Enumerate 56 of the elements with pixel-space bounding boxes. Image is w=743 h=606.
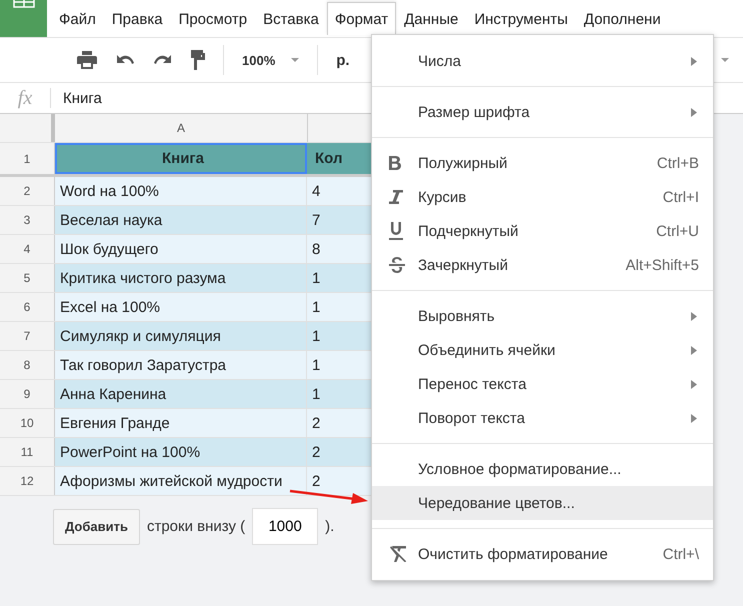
table-cell: Афоризмы житейской мудрости bbox=[55, 467, 307, 495]
menu-item[interactable]: Инструменты bbox=[466, 2, 576, 35]
row-number[interactable]: 11 bbox=[0, 438, 55, 466]
zoom-dropdown[interactable]: 100% bbox=[242, 52, 300, 68]
menu-item[interactable]: Формат bbox=[326, 2, 396, 35]
table-cell: Анна Каренина bbox=[55, 380, 307, 408]
row-number[interactable]: 12 bbox=[0, 467, 55, 495]
clear-formatting-icon bbox=[389, 546, 407, 562]
row-number[interactable]: 9 bbox=[0, 380, 55, 408]
caret-icon[interactable] bbox=[721, 58, 729, 62]
table-cell: Шок будущего bbox=[55, 235, 307, 263]
caret-icon bbox=[291, 58, 300, 62]
row-number[interactable]: 1 bbox=[0, 143, 55, 174]
table-cell: Критика чистого разума bbox=[55, 264, 307, 292]
fx-label: fx bbox=[16, 86, 34, 110]
menu-item[interactable]: Дополнени bbox=[576, 2, 669, 35]
redo-icon[interactable] bbox=[153, 54, 173, 66]
row-number[interactable]: 3 bbox=[0, 206, 55, 234]
menu-item[interactable]: Очистить форматирование Ctrl+\ bbox=[372, 537, 713, 571]
row-number[interactable]: 6 bbox=[0, 293, 55, 321]
table-cell: Word на 100% bbox=[55, 177, 307, 205]
strikethrough-icon bbox=[389, 257, 405, 273]
print-icon[interactable] bbox=[77, 51, 97, 69]
row-number[interactable]: 5 bbox=[0, 264, 55, 292]
sheets-logo-icon[interactable] bbox=[0, 0, 47, 37]
menu-item[interactable]: Просмотр bbox=[170, 2, 256, 35]
row-number[interactable]: 7 bbox=[0, 322, 55, 350]
menu-item[interactable]: Вставка bbox=[255, 2, 327, 35]
bold-icon bbox=[389, 156, 401, 170]
undo-icon[interactable] bbox=[115, 54, 135, 66]
add-rows-label: ). bbox=[325, 518, 334, 535]
menu-item[interactable]: Чередование цветов... bbox=[372, 486, 713, 520]
row-number[interactable]: 2 bbox=[0, 177, 55, 205]
italic-icon bbox=[389, 190, 403, 204]
table-cell: PowerPoint на 100% bbox=[55, 438, 307, 466]
menu-item[interactable]: Размер шрифта bbox=[372, 95, 713, 129]
add-button[interactable]: Добавить bbox=[53, 508, 140, 544]
table-cell: Excel на 100% bbox=[55, 293, 307, 321]
paint-format-icon[interactable] bbox=[191, 50, 205, 70]
row-number[interactable]: 8 bbox=[0, 351, 55, 379]
menu-item[interactable]: Данные bbox=[396, 2, 466, 35]
header-cell: Книга bbox=[55, 143, 307, 174]
menu-item[interactable]: Файл bbox=[51, 2, 104, 35]
table-cell: Евгения Гранде bbox=[55, 409, 307, 437]
row-number[interactable]: 4 bbox=[0, 235, 55, 263]
row-number[interactable]: 10 bbox=[0, 409, 55, 437]
underline-icon bbox=[389, 222, 403, 240]
table-cell: Так говорил Заратустра bbox=[55, 351, 307, 379]
menu-item[interactable]: Числа bbox=[372, 44, 713, 78]
row-count-input[interactable]: 1000 bbox=[252, 508, 318, 545]
table-cell: Симулякр и симуляция bbox=[55, 322, 307, 350]
add-rows-label: строки внизу ( bbox=[146, 518, 246, 535]
table-cell: Веселая наука bbox=[55, 206, 307, 234]
formula-input[interactable]: Книга bbox=[63, 90, 102, 106]
menu-item[interactable]: Правка bbox=[104, 2, 171, 35]
currency-button[interactable]: р. bbox=[336, 52, 350, 68]
